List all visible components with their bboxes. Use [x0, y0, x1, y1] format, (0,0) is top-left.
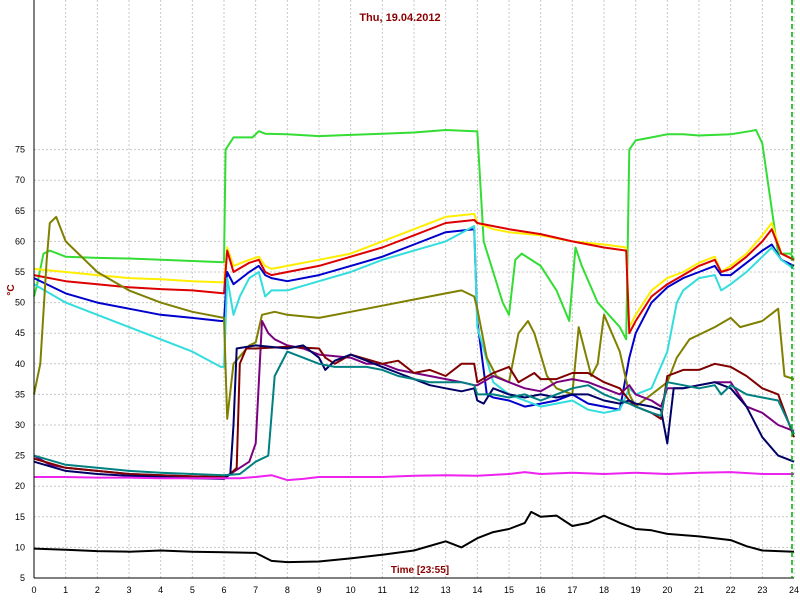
y-tick-label: 25 — [15, 451, 25, 461]
x-tick-label: 8 — [285, 585, 290, 595]
y-tick-label: 10 — [15, 542, 25, 552]
x-tick-label: 6 — [221, 585, 226, 595]
y-tick-label: 5 — [20, 573, 25, 583]
y-tick-label: 20 — [15, 481, 25, 491]
y-tick-label: 30 — [15, 420, 25, 430]
x-tick-labels: 0 1 2 3 4 5 6 7 8 9 10 11 12 13 14 15 16 17 18 19 20 21 22 23 24 — [31, 585, 799, 595]
x-tick-label: 11 — [378, 585, 387, 595]
x-tick-label: 15 — [504, 585, 514, 595]
chart-title: Thu, 19.04.2012 — [359, 12, 440, 24]
y-tick-label: 60 — [15, 236, 25, 246]
y-tick-label: 40 — [15, 359, 25, 369]
x-tick-label: 1 — [63, 585, 68, 595]
x-tick-label: 18 — [599, 585, 609, 595]
x-tick-label: 7 — [253, 585, 258, 595]
x-tick-label: 21 — [694, 585, 704, 595]
temperature-chart: 51015202530354045505560657075 0123456789… — [6, 0, 799, 595]
x-tick-label: 24 — [789, 585, 799, 595]
x-tick-label: 5 — [190, 585, 195, 595]
x-tick-label: 12 — [409, 585, 419, 595]
y-tick-label: 70 — [15, 175, 25, 185]
x-tick-label: 16 — [536, 585, 546, 595]
y-tick-label: 45 — [15, 328, 25, 338]
x-tick-label: 17 — [567, 585, 577, 595]
y-tick-label: 65 — [15, 206, 25, 216]
x-tick-label: 13 — [441, 585, 451, 595]
y-tick-label: 75 — [15, 145, 25, 155]
y-tick-label: 15 — [15, 512, 25, 522]
y-tick-label: 55 — [15, 267, 25, 277]
x-tick-label: 23 — [757, 585, 767, 595]
x-axis-label: Time [23:55] — [391, 565, 449, 576]
x-tick-label: 2 — [95, 585, 100, 595]
y-axis-label: °C — [6, 284, 17, 295]
x-tick-label: 0 — [31, 585, 36, 595]
x-tick-label: 20 — [662, 585, 672, 595]
y-tick-label: 50 — [15, 298, 25, 308]
x-tick-label: 19 — [631, 585, 641, 595]
x-tick-label: 10 — [346, 585, 356, 595]
x-tick-label: 14 — [472, 585, 482, 595]
y-tick-label: 35 — [15, 389, 25, 399]
x-tick-label: 22 — [726, 585, 736, 595]
x-tick-label: 4 — [158, 585, 163, 595]
x-tick-label: 3 — [126, 585, 131, 595]
y-tick-labels: 5 10 15 20 25 30 35 40 45 50 55 60 65 70 75 — [15, 145, 25, 583]
x-tick-label: 9 — [316, 585, 321, 595]
